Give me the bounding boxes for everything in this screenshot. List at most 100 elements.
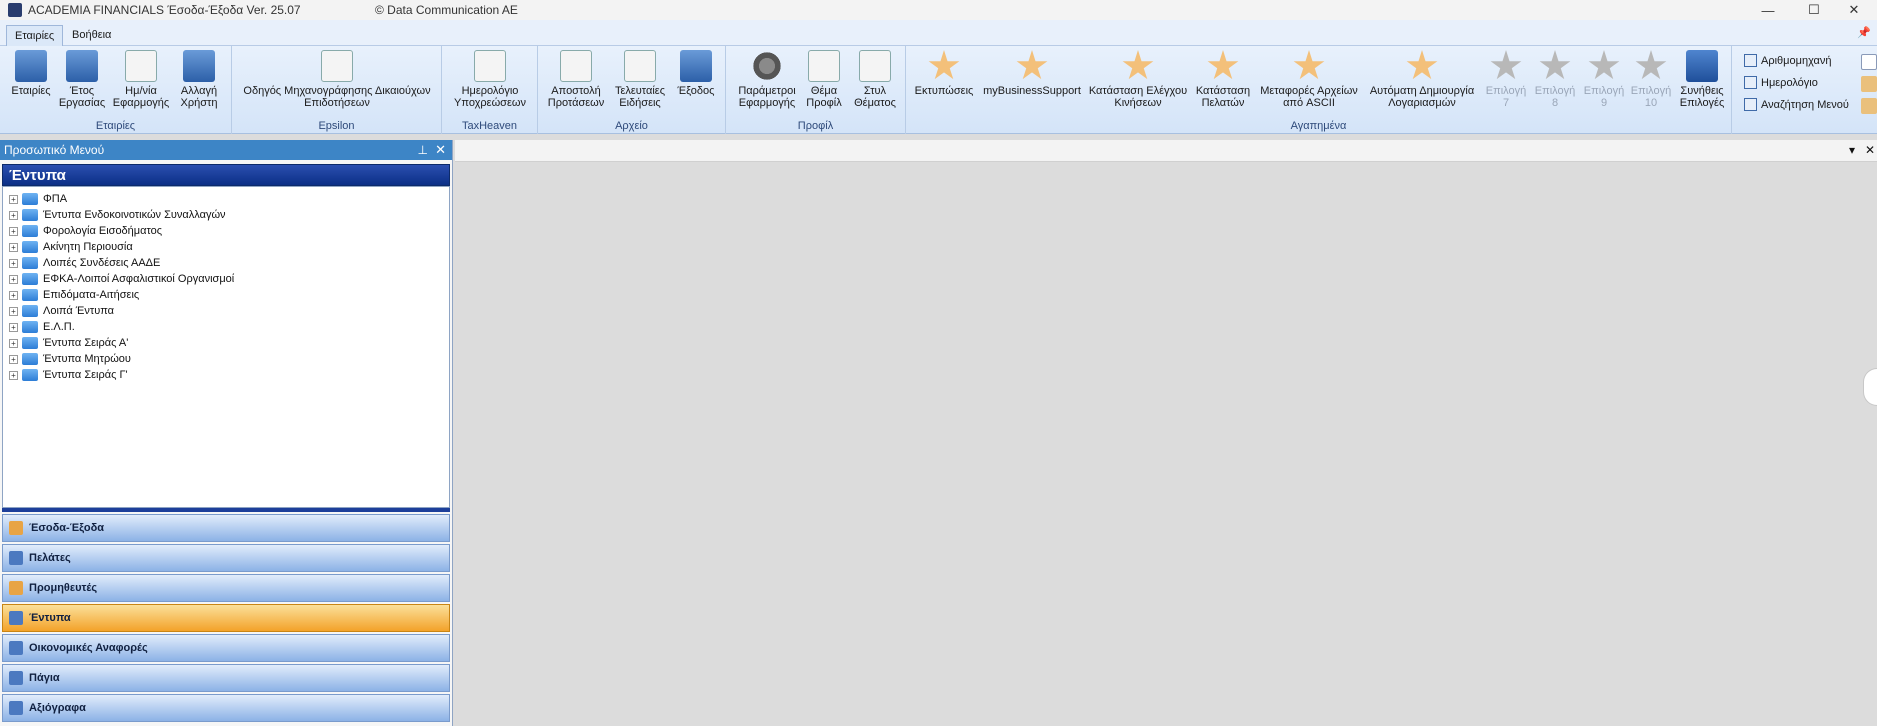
latest-news-button[interactable]: Τελευταίες Ειδήσεις	[612, 50, 668, 109]
tree-item[interactable]: + Λοιπές Συνδέσεις ΑΑΔΕ	[3, 255, 449, 271]
favorite-5-button[interactable]: Μεταφορές Αρχείων από ASCII	[1256, 50, 1362, 109]
folder-icon	[22, 369, 38, 381]
title-bar: ACADEMIA FINANCIALS Έσοδα-Έξοδα Ver. 25.…	[0, 0, 1877, 20]
tree-item[interactable]: + ΦΠΑ	[3, 191, 449, 207]
tab-help[interactable]: Βοήθεια	[64, 25, 119, 46]
favorite-1-button[interactable]: Εκτυπώσεις	[914, 50, 974, 97]
nav-item-label: Έντυπα	[29, 612, 71, 624]
panel-splitter[interactable]	[2, 508, 450, 512]
group-tools: Αριθμομηχανή Ημερολόγιο Αναζήτηση Μενού	[1732, 46, 1857, 134]
expand-icon[interactable]: +	[9, 322, 18, 332]
nav-item-icon	[9, 521, 23, 535]
send-suggestions-button[interactable]: Αποστολή Προτάσεων	[546, 50, 606, 109]
favorite-8-button[interactable]: Επιλογή 8	[1532, 50, 1578, 109]
expand-icon[interactable]: +	[9, 210, 18, 220]
gears-icon	[751, 50, 783, 82]
expand-icon[interactable]: +	[9, 258, 18, 268]
folder-icon	[22, 321, 38, 333]
tree-item[interactable]: + Έντυπα Σειράς Γ'	[3, 367, 449, 383]
minimize-button[interactable]: —	[1745, 0, 1791, 20]
folder-icon	[22, 257, 38, 269]
glasses-icon[interactable]	[1861, 54, 1877, 70]
close-window-button[interactable]: ✕	[1831, 0, 1877, 20]
panel-title: Προσωπικό Μενού	[4, 143, 105, 157]
panel-close-icon[interactable]: ✕	[435, 140, 446, 160]
star-icon	[1406, 50, 1438, 80]
forms-tree: + ΦΠΑ + Έντυπα Ενδοκοινοτικών Συναλλαγών + Φο…	[2, 186, 450, 508]
window-title: ACADEMIA FINANCIALS Έσοδα-Έξοδα Ver. 25.…	[28, 3, 301, 17]
change-user-button[interactable]: Αλλαγή Χρήστη	[176, 50, 222, 109]
favorite-2-button[interactable]: myBusinessSupport	[982, 50, 1082, 97]
expand-icon[interactable]: +	[9, 290, 18, 300]
common-options-button[interactable]: Συνήθεις Επιλογές	[1676, 50, 1728, 109]
subsidy-wizard-button[interactable]: Οδηγός Μηχανογράφησης Δικαιούχων Επιδοτή…	[236, 50, 438, 109]
favorite-3-button[interactable]: Κατάσταση Ελέγχου Κινήσεων	[1086, 50, 1190, 109]
tree-title: Έντυπα	[2, 164, 450, 186]
group-label-companies: Εταιρίες	[95, 120, 136, 132]
favorite-4-button[interactable]: Κατάσταση Πελατών	[1194, 50, 1252, 109]
group-label-epsilon: Epsilon	[318, 120, 355, 132]
app-parameters-button[interactable]: Παράμετροι Εφαρμογής	[736, 50, 798, 109]
tree-item[interactable]: + ΕΦΚΑ-Λοιποί Ασφαλιστικοί Οργανισμοί	[3, 271, 449, 287]
nav-item[interactable]: Πάγια	[2, 664, 450, 692]
workspace-close-icon[interactable]: ✕	[1865, 143, 1875, 157]
profile-theme-button[interactable]: Θέμα Προφίλ	[804, 50, 844, 109]
nav-item[interactable]: Έσοδα-Έξοδα	[2, 514, 450, 542]
star-icon	[1016, 50, 1048, 80]
nav-item[interactable]: Έντυπα	[2, 604, 450, 632]
tree-item[interactable]: + Έντυπα Σειράς Α'	[3, 335, 449, 351]
panel-pin-icon[interactable]: ⊥	[418, 140, 428, 160]
expand-icon[interactable]: +	[9, 306, 18, 316]
tree-item[interactable]: + Ε.Λ.Π.	[3, 319, 449, 335]
nav-item[interactable]: Πελάτες	[2, 544, 450, 572]
exit-button[interactable]: Έξοδος	[674, 50, 718, 97]
expand-icon[interactable]: +	[9, 370, 18, 380]
expand-icon[interactable]: +	[9, 274, 18, 284]
tree-item[interactable]: + Επιδόματα-Αιτήσεις	[3, 287, 449, 303]
theme-style-button[interactable]: Στυλ Θέματος	[850, 50, 900, 109]
favorite-10-button[interactable]: Επιλογή 10	[1630, 50, 1672, 109]
obligations-calendar-icon	[474, 50, 506, 82]
favorite-7-button[interactable]: Επιλογή 7	[1482, 50, 1530, 109]
nav-item[interactable]: Οικονομικές Αναφορές	[2, 634, 450, 662]
work-year-button[interactable]: Έτος Εργασίας	[58, 50, 106, 109]
tab-companies[interactable]: Εταιρίες	[6, 25, 64, 46]
tree-item[interactable]: + Ακίνητη Περιουσία	[3, 239, 449, 255]
group-taxheaven: Ημερολόγιο Υποχρεώσεων TaxHeaven	[442, 46, 538, 134]
folder-icon	[22, 353, 38, 365]
favorite-6-button[interactable]: Αυτόματη Δημιουργία Λογαριασμών	[1366, 50, 1478, 109]
tree-item-label: Έντυπα Σειράς Γ'	[43, 369, 128, 381]
ribbon-pin-icon[interactable]: 📌	[1857, 26, 1871, 39]
favorite-9-button[interactable]: Επιλογή 9	[1580, 50, 1628, 109]
tree-item-label: Έντυπα Ενδοκοινοτικών Συναλλαγών	[43, 209, 226, 221]
nav-item[interactable]: Αξιόγραφα	[2, 694, 450, 722]
workspace-menu-icon[interactable]: ▾	[1849, 143, 1855, 157]
folder-icon	[22, 209, 38, 221]
companies-button[interactable]: Εταιρίες	[8, 50, 54, 97]
style-font-icon	[859, 50, 891, 82]
expand-icon[interactable]: +	[9, 354, 18, 364]
app-date-button[interactable]: Ημ/νία Εφαρμογής	[110, 50, 172, 109]
menu-search-button[interactable]: Αναζήτηση Μενού	[1744, 98, 1849, 111]
tree-item-label: Ε.Λ.Π.	[43, 321, 75, 333]
tree-item[interactable]: + Έντυπα Ενδοκοινοτικών Συναλλαγών	[3, 207, 449, 223]
tree-item[interactable]: + Έντυπα Μητρώου	[3, 351, 449, 367]
expand-icon[interactable]: +	[9, 242, 18, 252]
tree-item[interactable]: + Λοιπά Έντυπα	[3, 303, 449, 319]
expand-icon[interactable]: +	[9, 226, 18, 236]
nav-item[interactable]: Προμηθευτές	[2, 574, 450, 602]
folder-small-icon-2[interactable]	[1861, 98, 1877, 114]
calendar-button[interactable]: Ημερολόγιο	[1744, 76, 1818, 89]
envelope-icon	[560, 50, 592, 82]
floating-assistant-button[interactable]	[1863, 368, 1877, 406]
expand-icon[interactable]: +	[9, 338, 18, 348]
calculator-button[interactable]: Αριθμομηχανή	[1744, 54, 1832, 67]
nav-item-icon	[9, 581, 23, 595]
obligations-calendar-button[interactable]: Ημερολόγιο Υποχρεώσεων	[452, 50, 528, 109]
star-icon	[1293, 50, 1325, 80]
tree-item[interactable]: + Φορολογία Εισοδήματος	[3, 223, 449, 239]
group-epsilon: Οδηγός Μηχανογράφησης Δικαιούχων Επιδοτή…	[232, 46, 442, 134]
expand-icon[interactable]: +	[9, 194, 18, 204]
folder-small-icon[interactable]	[1861, 76, 1877, 92]
nav-item-icon	[9, 641, 23, 655]
